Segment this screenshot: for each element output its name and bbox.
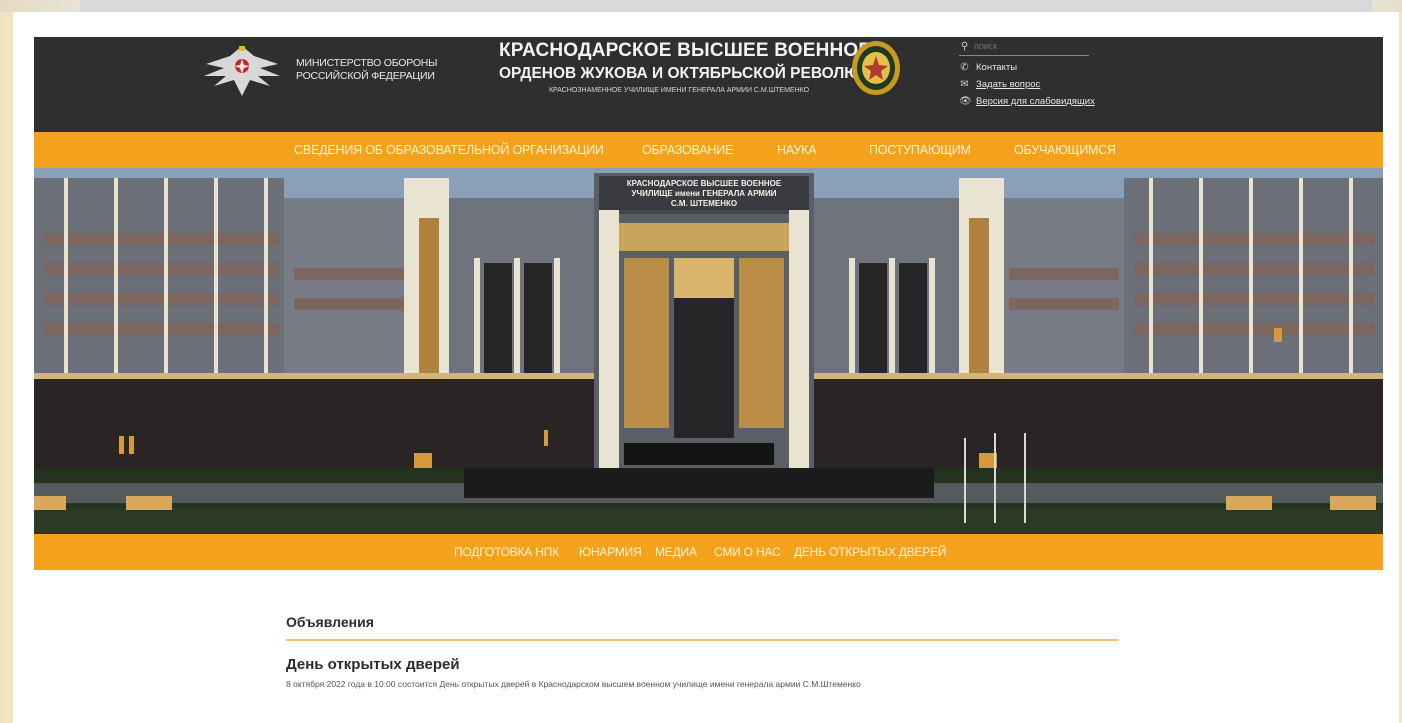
nav-item-media[interactable]: МЕДИА — [655, 534, 697, 570]
secondary-nav: ПОДГОТОВКА НПК ЮНАРМИЯ МЕДИА СМИ О НАС Д… — [34, 534, 1383, 570]
school-badge-icon[interactable] — [850, 39, 902, 97]
ministry-line1: МИНИСТЕРСТВО ОБОРОНЫ — [296, 57, 438, 69]
building-sign-line1: КРАСНОДАРСКОЕ ВЫСШЕЕ ВОЕННОЕ — [627, 179, 782, 188]
ministry-line2: РОССИЙСКОЙ ФЕДЕРАЦИИ — [296, 70, 435, 82]
nav-item-press[interactable]: СМИ О НАС — [714, 534, 781, 570]
announcements-section: Объявления День открытых дверей 8 октябр… — [286, 607, 1126, 689]
building-illustration: КРАСНОДАРСКОЕ ВЫСШЕЕ ВОЕННОЕ УЧИЛИЩЕ име… — [34, 168, 1383, 534]
building-sign-line2: УЧИЛИЩЕ имени ГЕНЕРАЛА АРМИИ — [632, 189, 777, 198]
search-box[interactable]: ⚲ — [959, 37, 1089, 56]
building-sign-line3: С.М. ШТЕМЕНКО — [671, 199, 737, 208]
nav-item-students[interactable]: ОБУЧАЮЩИМСЯ — [1014, 132, 1116, 168]
nav-item-organization[interactable]: СВЕДЕНИЯ ОБ ОБРАЗОВАТЕЛЬНОЙ ОРГАНИЗАЦИИ — [294, 132, 604, 168]
nav-item-npk[interactable]: ПОДГОТОВКА НПК — [454, 534, 559, 570]
eye-icon: 👁 — [959, 96, 972, 107]
school-title-line1: КРАСНОДАРСКОЕ ВЫСШЕЕ ВОЕННОЕ — [499, 40, 872, 61]
section-title: Объявления — [286, 614, 374, 630]
search-icon: ⚲ — [960, 40, 969, 52]
nav-item-yunarmiya[interactable]: ЮНАРМИЯ — [579, 534, 642, 570]
school-title-line3: КРАСНОЗНАМЕННОЕ УЧИЛИЩЕ ИМЕНИ ГЕНЕРАЛА А… — [548, 87, 810, 94]
ministry-emblem-icon[interactable] — [200, 42, 284, 100]
nav-item-applicants[interactable]: ПОСТУПАЮЩИМ — [869, 132, 971, 168]
school-title[interactable]: КРАСНОДАРСКОЕ ВЫСШЕЕ ВОЕННОЕ ОРДЕНОВ ЖУК… — [499, 39, 894, 97]
phone-icon: ✆ — [960, 62, 969, 73]
nav-item-open-day[interactable]: ДЕНЬ ОТКРЫТЫХ ДВЕРЕЙ — [794, 534, 947, 570]
school-title-line2: ОРДЕНОВ ЖУКОВА И ОКТЯБРЬСКОЙ РЕВОЛЮЦИИ — [499, 65, 894, 82]
mail-icon: ✉ — [960, 79, 969, 90]
accessible-version-link[interactable]: 👁 Версия для слабовидящих — [959, 93, 1139, 110]
site-header: МИНИСТЕРСТВО ОБОРОНЫ РОССИЙСКОЙ ФЕДЕРАЦИ… — [34, 37, 1383, 132]
nav-item-education[interactable]: ОБРАЗОВАНИЕ — [642, 132, 733, 168]
section-divider — [286, 639, 1118, 641]
page: МИНИСТЕРСТВО ОБОРОНЫ РОССИЙСКОЙ ФЕДЕРАЦИ… — [13, 12, 1399, 723]
announcement-title[interactable]: День открытых дверей — [286, 656, 1126, 673]
hero-building-photo: КРАСНОДАРСКОЕ ВЫСШЕЕ ВОЕННОЕ УЧИЛИЩЕ име… — [34, 168, 1383, 534]
nav-item-science[interactable]: НАУКА — [777, 132, 817, 168]
ask-question-label: Задать вопрос — [976, 79, 1041, 90]
browser-top-strip — [0, 0, 1402, 12]
ask-question-link[interactable]: ✉ Задать вопрос — [959, 76, 1139, 93]
contacts-link[interactable]: ✆ Контакты — [959, 59, 1139, 76]
ministry-name: МИНИСТЕРСТВО ОБОРОНЫ РОССИЙСКОЙ ФЕДЕРАЦИ… — [296, 57, 466, 83]
contacts-label: Контакты — [976, 62, 1018, 73]
accessible-version-label: Версия для слабовидящих — [976, 96, 1095, 107]
header-tools: ⚲ ✆ Контакты ✉ Задать вопрос 👁 Версия дл… — [959, 37, 1139, 110]
announcement-text: 8 октября 2022 года в 10:00 состоится Де… — [286, 679, 861, 689]
main-nav: СВЕДЕНИЯ ОБ ОБРАЗОВАТЕЛЬНОЙ ОРГАНИЗАЦИИ … — [34, 132, 1383, 168]
search-input[interactable] — [970, 41, 1079, 51]
